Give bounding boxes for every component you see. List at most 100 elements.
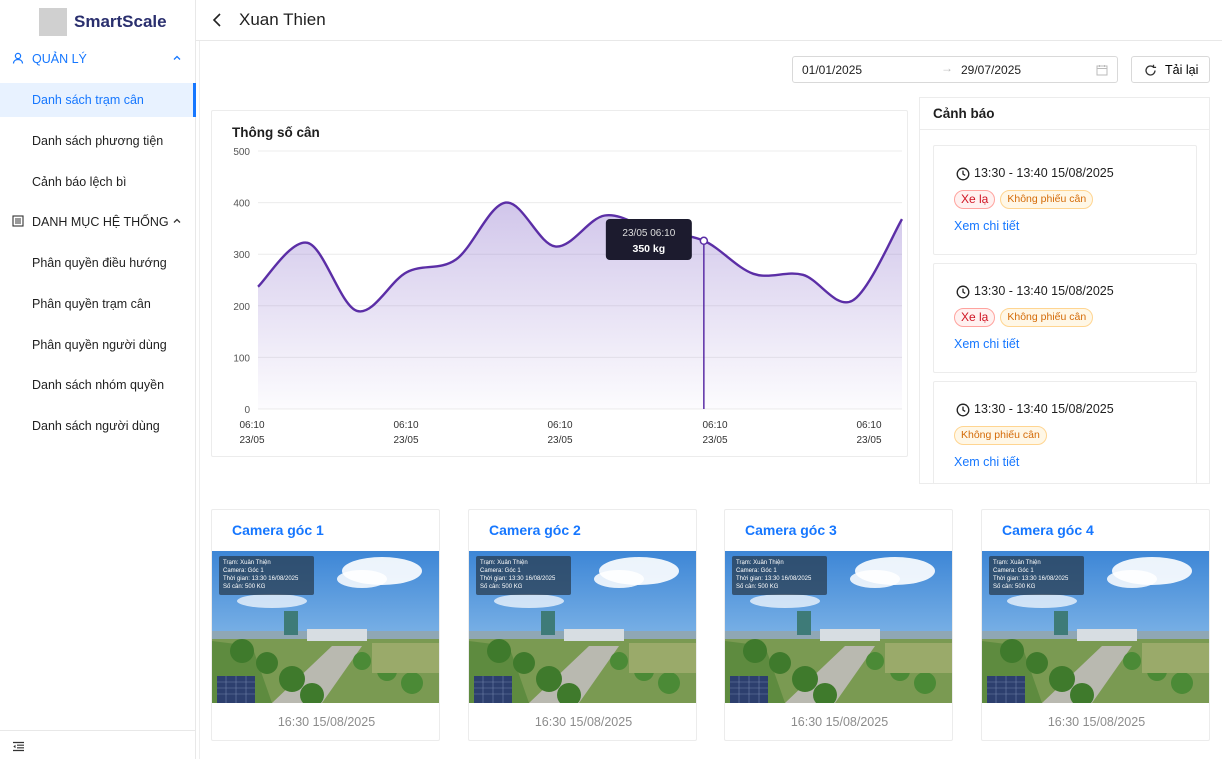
nav-group-quan-ly[interactable]: QUẢN LÝ bbox=[0, 41, 196, 77]
camera-card[interactable]: Camera góc 2 Trạm: Xuân Thiện Camera: Góc … bbox=[468, 509, 697, 741]
date-range-picker[interactable]: 01/01/2025 → 29/07/2025 bbox=[792, 56, 1118, 83]
x-tick-time: 06:10 bbox=[393, 420, 418, 431]
nav-group-danh-muc-he-thong[interactable]: DANH MỤC HỆ THỐNG bbox=[0, 204, 196, 240]
camera-time: 16:30 15/08/2025 bbox=[1047, 715, 1146, 729]
overlay-line: Camera: Góc 1 bbox=[223, 568, 264, 574]
clock-icon bbox=[956, 403, 970, 417]
camera-image[interactable]: Trạm: Xuân Thiện Camera: Góc 1 Thời gian: … bbox=[469, 551, 696, 703]
chevron-up-icon bbox=[173, 218, 181, 223]
sidebar-item-canh-bao-lech-bi[interactable]: Cảnh báo lệch bì bbox=[0, 165, 196, 199]
camera-image[interactable]: Trạm: Xuân Thiện Camera: Góc 1 Thời gian: … bbox=[212, 551, 439, 703]
x-tick-time: 06:10 bbox=[239, 420, 264, 431]
x-tick-time: 06:10 bbox=[702, 420, 727, 431]
sidebar-item-danh-sach-phuong-tien[interactable]: Danh sách phương tiện bbox=[0, 124, 196, 158]
nav-group-label: DANH MỤC HỆ THỐNG bbox=[32, 215, 169, 229]
sidebar-item-label: Phân quyền điều hướng bbox=[32, 256, 167, 270]
view-detail-link[interactable]: Xem chi tiết bbox=[954, 219, 1019, 233]
x-tick-date: 23/05 bbox=[393, 435, 418, 446]
hover-point bbox=[699, 236, 709, 246]
camera-image[interactable]: Trạm: Xuân Thiện Camera: Góc 1 Thời gian: … bbox=[982, 551, 1209, 703]
overlay-line: Số cân: 500 KG bbox=[480, 584, 523, 590]
overlay-line: Thời gian: 13:30 16/08/2025 bbox=[993, 576, 1069, 582]
x-tick-time: 06:10 bbox=[547, 420, 572, 431]
reload-button[interactable]: Tải lại bbox=[1131, 56, 1210, 83]
warning-tags: Xe lạ Không phiếu cân bbox=[954, 308, 1094, 327]
sidebar-item-phan-quyen-nguoi-dung[interactable]: Phân quyền người dùng bbox=[0, 328, 196, 362]
overlay-line: Camera: Góc 1 bbox=[736, 568, 777, 574]
warning-time-row: 13:30 - 13:40 15/08/2025 bbox=[954, 402, 1194, 418]
warning-item: 13:30 - 13:40 15/08/2025 Xe lạ Không phiếu… bbox=[933, 145, 1197, 255]
y-tick-label: 0 bbox=[244, 405, 250, 416]
y-tick-label: 300 bbox=[233, 250, 250, 261]
warning-item: 13:30 - 13:40 15/08/2025 Không phiếu cân X… bbox=[933, 381, 1197, 483]
clock-icon bbox=[956, 285, 970, 299]
sidebar-item-phan-quyen-dieu-huong[interactable]: Phân quyền điều hướng bbox=[0, 246, 196, 280]
tooltip-value: 350 kg bbox=[632, 243, 665, 255]
y-tick-label: 400 bbox=[233, 199, 250, 210]
overlay-line: Trạm: Xuân Thiện bbox=[736, 560, 784, 566]
sidebar-item-phan-quyen-tram-can[interactable]: Phân quyền trạm cân bbox=[0, 287, 196, 321]
calendar-icon bbox=[1096, 65, 1108, 76]
overlay-line: Thời gian: 13:30 16/08/2025 bbox=[736, 576, 812, 582]
page-header: Xuan Thien bbox=[196, 0, 1222, 41]
camera-time: 16:30 15/08/2025 bbox=[790, 715, 889, 729]
weight-chart-card: Thông số cân 0 100 200 300 400 500 06:10 23/05 0… bbox=[211, 110, 908, 457]
view-detail-link[interactable]: Xem chi tiết bbox=[954, 455, 1019, 469]
weight-chart[interactable]: 0 100 200 300 400 500 06:10 23/05 06:10 23/05 06:1… bbox=[212, 111, 909, 458]
sidebar: SmartScale QUẢN LÝ Danh sách trạm cân Da… bbox=[0, 0, 196, 759]
warning-time-row: 13:30 - 13:40 15/08/2025 bbox=[954, 284, 1194, 300]
reload-label: Tải lại bbox=[1165, 63, 1199, 77]
nav-group-label: QUẢN LÝ bbox=[32, 52, 87, 66]
warning-item: 13:30 - 13:40 15/08/2025 Xe lạ Không phiếu… bbox=[933, 263, 1197, 373]
x-tick-date: 23/05 bbox=[702, 435, 727, 446]
user-icon bbox=[12, 52, 24, 64]
camera-title[interactable]: Camera góc 4 bbox=[1002, 522, 1094, 538]
overlay-line: Trạm: Xuân Thiện bbox=[223, 560, 271, 566]
warning-tags: Không phiếu cân bbox=[954, 426, 1047, 445]
sidebar-item-danh-sach-nhom-quyen[interactable]: Danh sách nhóm quyền bbox=[0, 368, 196, 402]
warning-tag: Không phiếu cân bbox=[1000, 308, 1094, 327]
camera-time: 16:30 15/08/2025 bbox=[277, 715, 376, 729]
warning-tag: Không phiếu cân bbox=[1000, 190, 1094, 209]
sidebar-item-label: Phân quyền người dùng bbox=[32, 338, 167, 352]
camera-card[interactable]: Camera góc 1 Trạm: Xuân Thiện Camera: Góc … bbox=[211, 509, 440, 741]
x-tick-date: 23/05 bbox=[856, 435, 881, 446]
date-to[interactable]: 29/07/2025 bbox=[961, 63, 1021, 77]
divider bbox=[920, 129, 1209, 130]
warning-time: 13:30 - 13:40 15/08/2025 bbox=[974, 284, 1114, 298]
warnings-panel: Cảnh báo 13:30 - 13:40 15/08/2025 Xe lạ Kh… bbox=[919, 97, 1210, 484]
page-title: Xuan Thien bbox=[239, 10, 326, 29]
overlay-line: Trạm: Xuân Thiện bbox=[480, 560, 528, 566]
overlay-line: Thời gian: 13:30 16/08/2025 bbox=[480, 576, 556, 582]
back-arrow-icon[interactable] bbox=[212, 12, 222, 28]
camera-overlay: Trạm: Xuân Thiện Camera: Góc 1 Thời gian: … bbox=[989, 556, 1084, 595]
menu-fold-icon[interactable] bbox=[12, 741, 25, 752]
sidebar-item-danh-sach-nguoi-dung[interactable]: Danh sách người dùng bbox=[0, 409, 196, 443]
camera-card[interactable]: Camera góc 4 Trạm: Xuân Thiện Camera: Góc … bbox=[981, 509, 1210, 741]
camera-overlay: Trạm: Xuân Thiện Camera: Góc 1 Thời gian: … bbox=[476, 556, 571, 595]
view-detail-link[interactable]: Xem chi tiết bbox=[954, 337, 1019, 351]
sidebar-item-danh-sach-tram-can[interactable]: Danh sách trạm cân bbox=[0, 83, 196, 117]
overlay-line: Trạm: Xuân Thiện bbox=[993, 560, 1041, 566]
warning-time-row: 13:30 - 13:40 15/08/2025 bbox=[954, 166, 1194, 182]
camera-title[interactable]: Camera góc 3 bbox=[745, 522, 837, 538]
y-tick-label: 200 bbox=[233, 302, 250, 313]
overlay-line: Thời gian: 13:30 16/08/2025 bbox=[223, 576, 299, 582]
warning-tag: Không phiếu cân bbox=[954, 426, 1047, 445]
date-from[interactable]: 01/01/2025 bbox=[802, 63, 862, 77]
x-tick-date: 23/05 bbox=[547, 435, 572, 446]
warning-tag: Xe lạ bbox=[954, 190, 996, 209]
x-tick-date: 23/05 bbox=[239, 435, 264, 446]
overlay-line: Số cân: 500 KG bbox=[223, 584, 266, 590]
sidebar-item-label: Danh sách trạm cân bbox=[32, 93, 144, 107]
camera-image[interactable]: Trạm: Xuân Thiện Camera: Góc 1 Thời gian: … bbox=[725, 551, 952, 703]
camera-title[interactable]: Camera góc 1 bbox=[232, 522, 324, 538]
camera-time: 16:30 15/08/2025 bbox=[534, 715, 633, 729]
camera-card[interactable]: Camera góc 3 Trạm: Xuân Thiện Camera: Góc … bbox=[724, 509, 953, 741]
reload-icon bbox=[1145, 64, 1157, 76]
sidebar-footer bbox=[0, 730, 196, 759]
warnings-title: Cảnh báo bbox=[933, 106, 995, 121]
overlay-line: Camera: Góc 1 bbox=[480, 568, 521, 574]
camera-overlay: Trạm: Xuân Thiện Camera: Góc 1 Thời gian: … bbox=[219, 556, 314, 595]
camera-title[interactable]: Camera góc 2 bbox=[489, 522, 581, 538]
